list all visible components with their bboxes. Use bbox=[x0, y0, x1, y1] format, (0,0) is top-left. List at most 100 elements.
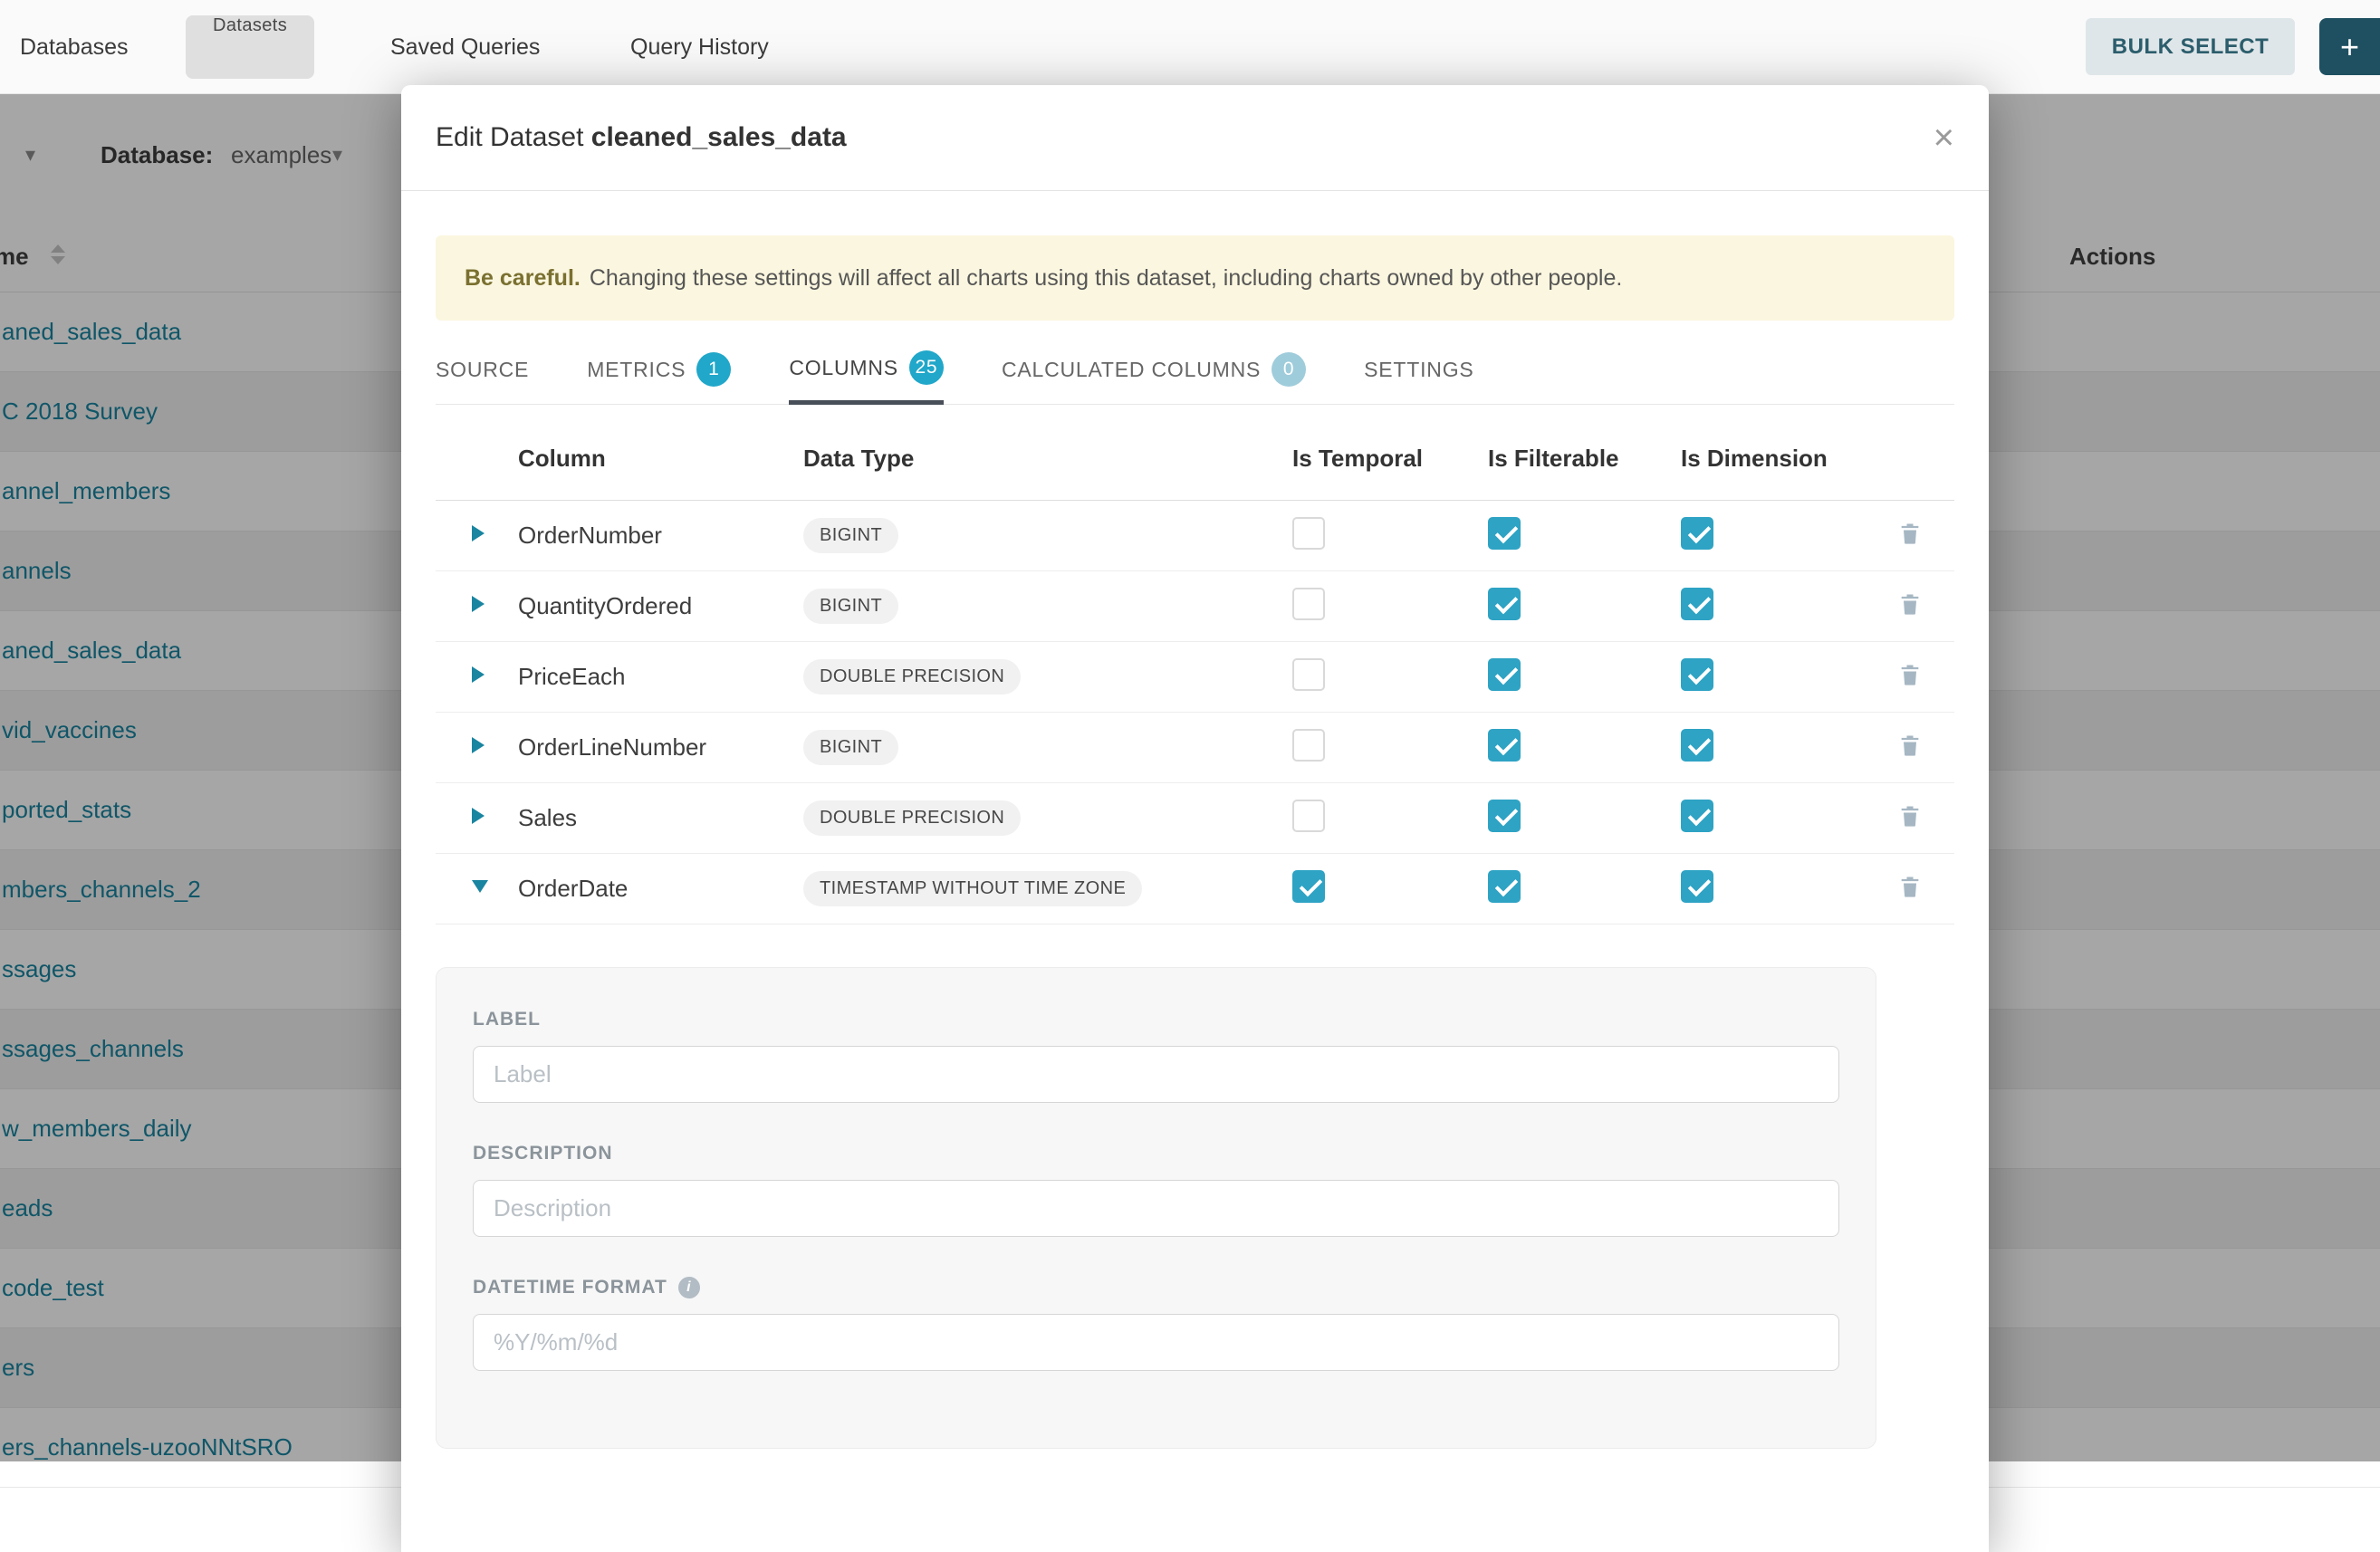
modal-header: Edit Dataset cleaned_sales_data × bbox=[401, 85, 1989, 191]
is-filterable-header: Is Filterable bbox=[1488, 445, 1681, 473]
columns-table-header: Column Data Type Is Temporal Is Filterab… bbox=[436, 405, 1954, 501]
modal-tabs: SOURCE METRICS 1 COLUMNS 25 CALCULATED C… bbox=[436, 335, 1954, 405]
datetime-format-field-label: DATETIME FORMAT bbox=[473, 1277, 667, 1298]
column-name: OrderNumber bbox=[518, 522, 803, 550]
data-type-pill: DOUBLE PRECISION bbox=[803, 659, 1021, 695]
trash-icon bbox=[1897, 802, 1923, 829]
data-type-pill: BIGINT bbox=[803, 518, 898, 553]
is-filterable-checkbox[interactable] bbox=[1488, 658, 1521, 691]
column-row: QuantityOrdered BIGINT bbox=[436, 571, 1954, 642]
warning-banner-bold: Be careful. bbox=[465, 265, 581, 292]
delete-column-button[interactable] bbox=[1897, 520, 1923, 550]
trash-icon bbox=[1897, 732, 1923, 759]
add-dataset-button[interactable]: + bbox=[2319, 18, 2380, 75]
is-temporal-checkbox[interactable] bbox=[1292, 729, 1325, 762]
column-name: QuantityOrdered bbox=[518, 592, 803, 620]
modal-body: Be careful. Changing these settings will… bbox=[401, 235, 1989, 1449]
tab-calculated-columns[interactable]: CALCULATED COLUMNS 0 bbox=[1002, 335, 1306, 405]
tab-source[interactable]: SOURCE bbox=[436, 335, 529, 405]
tab-label: SETTINGS bbox=[1364, 358, 1473, 382]
tab-label: CALCULATED COLUMNS bbox=[1002, 358, 1261, 382]
data-type-pill: DOUBLE PRECISION bbox=[803, 800, 1021, 836]
nav-item-query-history[interactable]: Query History bbox=[630, 0, 769, 94]
delete-column-button[interactable] bbox=[1897, 732, 1923, 762]
is-dimension-checkbox[interactable] bbox=[1681, 588, 1713, 620]
data-type-pill: TIMESTAMP WITHOUT TIME ZONE bbox=[803, 871, 1142, 906]
is-dimension-checkbox[interactable] bbox=[1681, 729, 1713, 762]
column-row-expanded: OrderDate TIMESTAMP WITHOUT TIME ZONE bbox=[436, 854, 1954, 924]
calculated-columns-count-badge: 0 bbox=[1272, 352, 1306, 387]
nav-item-datasets[interactable]: Datasets bbox=[186, 15, 314, 79]
is-dimension-header: Is Dimension bbox=[1681, 445, 1897, 473]
tab-label: COLUMNS bbox=[789, 356, 898, 380]
warning-banner: Be careful. Changing these settings will… bbox=[436, 235, 1954, 321]
label-input[interactable] bbox=[473, 1046, 1839, 1103]
tab-label: METRICS bbox=[587, 358, 686, 382]
warning-banner-text: Changing these settings will affect all … bbox=[590, 265, 1623, 292]
is-temporal-header: Is Temporal bbox=[1292, 445, 1488, 473]
close-icon[interactable]: × bbox=[1934, 120, 1954, 156]
is-filterable-checkbox[interactable] bbox=[1488, 588, 1521, 620]
collapse-caret-icon[interactable] bbox=[472, 880, 488, 893]
expand-caret-icon[interactable] bbox=[472, 808, 485, 824]
delete-column-button[interactable] bbox=[1897, 873, 1923, 903]
column-detail-panel: LABEL DESCRIPTION DATETIME FORMAT i bbox=[436, 967, 1876, 1449]
modal-title-dataset-name: cleaned_sales_data bbox=[591, 122, 847, 152]
delete-column-button[interactable] bbox=[1897, 661, 1923, 691]
label-field-group: LABEL bbox=[473, 1009, 1839, 1103]
is-filterable-checkbox[interactable] bbox=[1488, 870, 1521, 903]
modal-title-prefix: Edit Dataset bbox=[436, 122, 583, 152]
datetime-format-field-group: DATETIME FORMAT i bbox=[473, 1277, 1839, 1371]
bulk-select-button[interactable]: BULK SELECT bbox=[2086, 18, 2295, 75]
column-header: Column bbox=[518, 445, 803, 473]
column-row: OrderLineNumber BIGINT bbox=[436, 713, 1954, 783]
column-name: OrderDate bbox=[518, 875, 803, 903]
column-name: PriceEach bbox=[518, 663, 803, 691]
datetime-format-input[interactable] bbox=[473, 1314, 1839, 1371]
is-temporal-checkbox[interactable] bbox=[1292, 800, 1325, 832]
is-temporal-checkbox[interactable] bbox=[1292, 658, 1325, 691]
description-input[interactable] bbox=[473, 1180, 1839, 1237]
tab-metrics[interactable]: METRICS 1 bbox=[587, 335, 731, 405]
nav-item-databases[interactable]: Databases bbox=[20, 0, 129, 94]
column-row: PriceEach DOUBLE PRECISION bbox=[436, 642, 1954, 713]
expand-caret-icon[interactable] bbox=[472, 525, 485, 541]
is-temporal-checkbox[interactable] bbox=[1292, 588, 1325, 620]
delete-column-button[interactable] bbox=[1897, 802, 1923, 832]
is-dimension-checkbox[interactable] bbox=[1681, 800, 1713, 832]
tab-label: SOURCE bbox=[436, 358, 529, 382]
expand-caret-icon[interactable] bbox=[472, 737, 485, 753]
column-name: Sales bbox=[518, 804, 803, 832]
trash-icon bbox=[1897, 590, 1923, 618]
nav-item-saved-queries[interactable]: Saved Queries bbox=[390, 0, 540, 94]
tab-columns[interactable]: COLUMNS 25 bbox=[789, 335, 944, 405]
description-field-group: DESCRIPTION bbox=[473, 1143, 1839, 1237]
is-temporal-checkbox[interactable] bbox=[1292, 870, 1325, 903]
trash-icon bbox=[1897, 873, 1923, 900]
is-dimension-checkbox[interactable] bbox=[1681, 517, 1713, 550]
expand-caret-icon[interactable] bbox=[472, 666, 485, 683]
is-dimension-checkbox[interactable] bbox=[1681, 658, 1713, 691]
label-field-label: LABEL bbox=[473, 1009, 1839, 1030]
is-dimension-checkbox[interactable] bbox=[1681, 870, 1713, 903]
info-icon[interactable]: i bbox=[678, 1277, 700, 1298]
data-type-pill: BIGINT bbox=[803, 589, 898, 624]
expand-caret-icon[interactable] bbox=[472, 596, 485, 612]
tab-settings[interactable]: SETTINGS bbox=[1364, 335, 1473, 405]
columns-count-badge: 25 bbox=[909, 350, 944, 385]
column-row: Sales DOUBLE PRECISION bbox=[436, 783, 1954, 854]
column-name: OrderLineNumber bbox=[518, 733, 803, 762]
is-filterable-checkbox[interactable] bbox=[1488, 729, 1521, 762]
is-filterable-checkbox[interactable] bbox=[1488, 517, 1521, 550]
trash-icon bbox=[1897, 520, 1923, 547]
column-row: OrderNumber BIGINT bbox=[436, 501, 1954, 571]
is-temporal-checkbox[interactable] bbox=[1292, 517, 1325, 550]
is-filterable-checkbox[interactable] bbox=[1488, 800, 1521, 832]
data-type-pill: BIGINT bbox=[803, 730, 898, 765]
data-type-header: Data Type bbox=[803, 445, 1292, 473]
trash-icon bbox=[1897, 661, 1923, 688]
delete-column-button[interactable] bbox=[1897, 590, 1923, 620]
modal-title: Edit Dataset cleaned_sales_data bbox=[436, 122, 847, 153]
metrics-count-badge: 1 bbox=[696, 352, 731, 387]
description-field-label: DESCRIPTION bbox=[473, 1143, 1839, 1164]
